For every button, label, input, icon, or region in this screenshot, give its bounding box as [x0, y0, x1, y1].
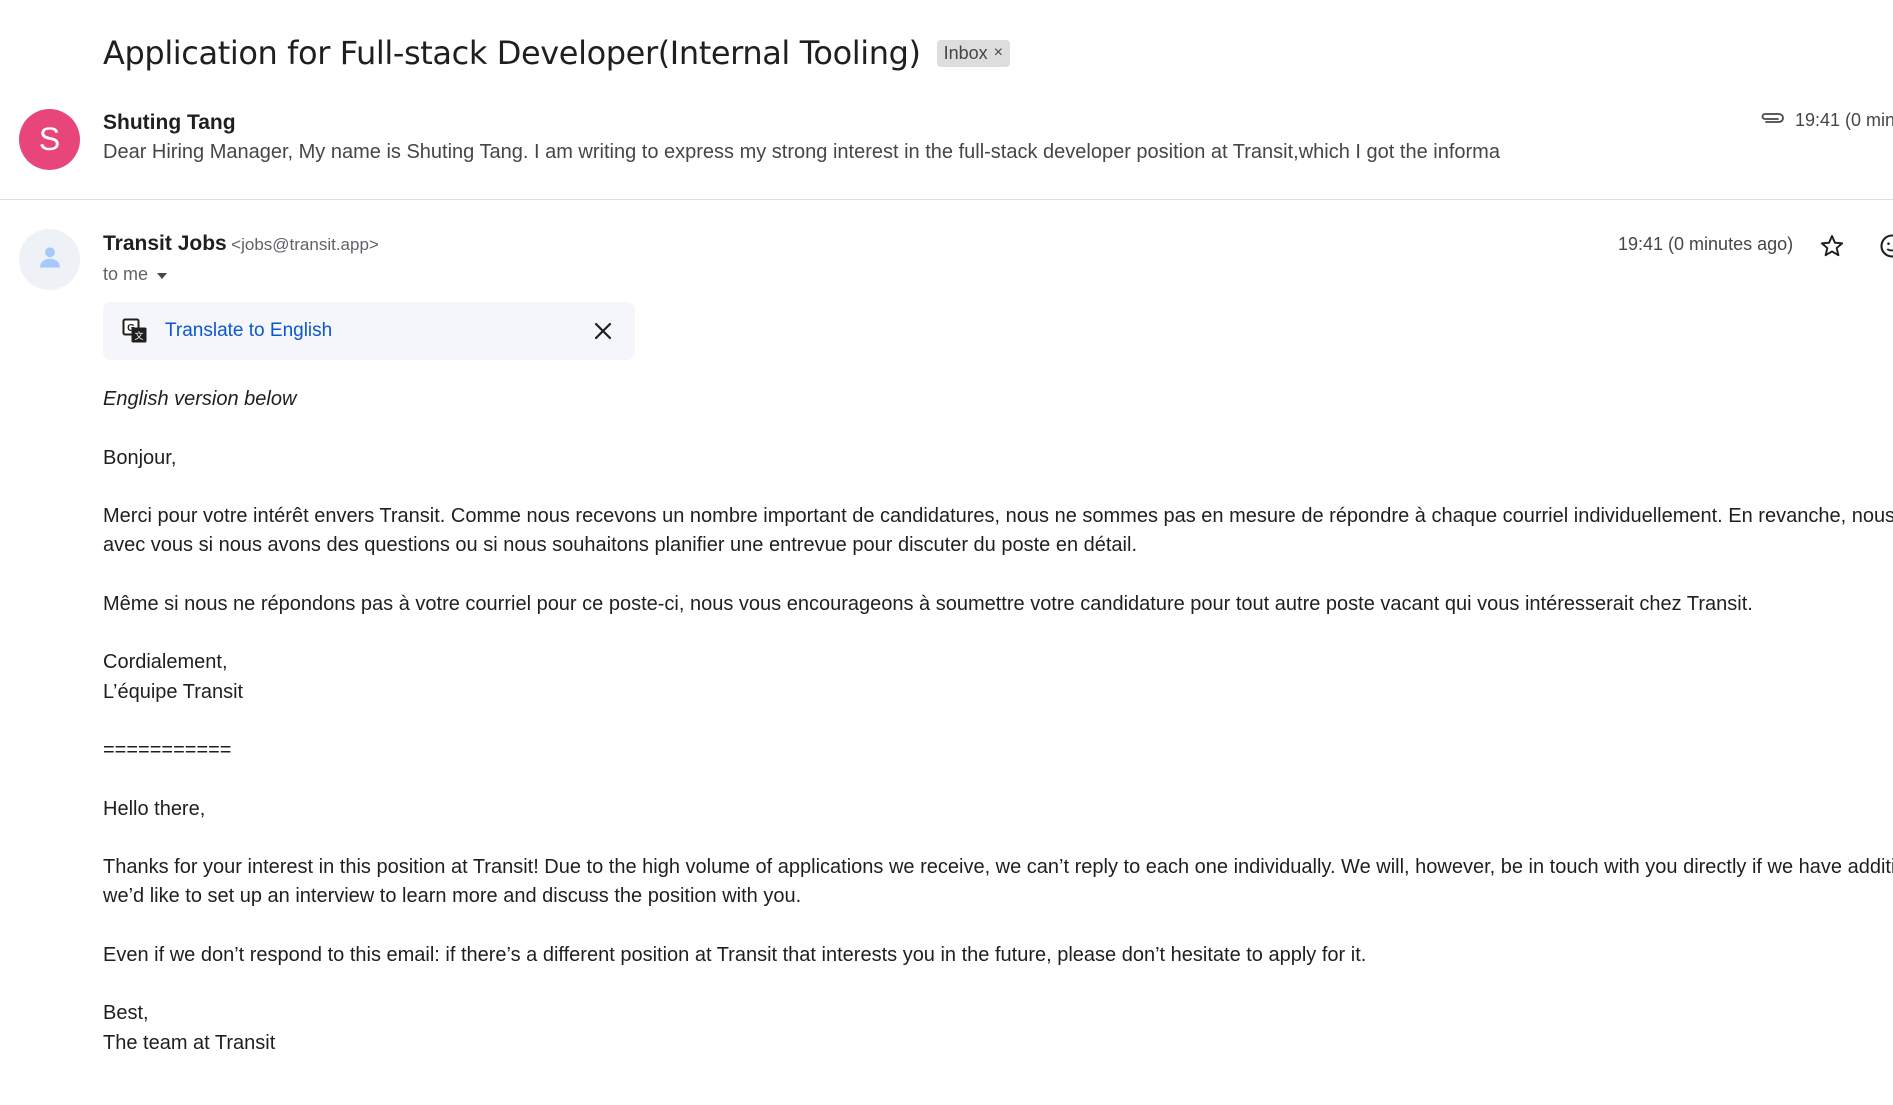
body-fr-signoff: Cordialement, — [103, 651, 228, 673]
body-separator: =========== — [103, 739, 232, 761]
body-en-paragraph2: Even if we don’t respond to this email: … — [103, 944, 1367, 966]
body-en-signoff: Best, — [103, 1002, 149, 1024]
sender-avatar-placeholder[interactable] — [19, 229, 80, 290]
thread-subject: Application for Full-stack Developer(Int… — [103, 34, 921, 72]
svg-text:文: 文 — [134, 330, 143, 341]
person-icon — [36, 243, 64, 276]
message1-time: 19:41 (0 min — [1795, 110, 1893, 130]
recipient-details-toggle[interactable]: to me — [103, 264, 168, 285]
message1-sender[interactable]: Shuting Tang — [103, 111, 236, 135]
star-icon[interactable] — [1816, 230, 1848, 262]
translate-icon: G 文 — [121, 317, 149, 345]
sender-avatar[interactable]: S — [19, 109, 80, 170]
remove-label-icon[interactable]: × — [994, 44, 1003, 62]
body-fr-paragraph1-line1: Merci pour votre intérêt envers Transit.… — [103, 505, 1893, 527]
body-fr-paragraph1-line2: avec vous si nous avons des questions ou… — [103, 534, 1137, 556]
message-divider — [0, 199, 1893, 200]
paperclip-icon — [1759, 110, 1785, 131]
translate-bar: G 文 Translate to English — [103, 302, 635, 360]
message2-sender-email: <jobs@transit.app> — [231, 235, 379, 254]
close-icon[interactable] — [589, 317, 617, 345]
body-fr-team: L’équipe Transit — [103, 681, 244, 703]
message2-from: Transit Jobs <jobs@transit.app> — [103, 232, 379, 256]
body-fr-paragraph2: Même si nous ne répondons pas à votre co… — [103, 593, 1753, 615]
body-en-greeting: Hello there, — [103, 798, 206, 820]
caret-down-icon[interactable] — [156, 264, 168, 285]
body-en-paragraph1-line2: we’d like to set up an interview to lear… — [103, 885, 802, 907]
translate-to-english-link[interactable]: Translate to English — [165, 320, 332, 342]
inbox-label-chip[interactable]: Inbox × — [936, 39, 1011, 67]
body-fr-greeting: Bonjour, — [103, 447, 177, 469]
inbox-label-text: Inbox — [943, 42, 988, 63]
body-en-paragraph1-line1: Thanks for your interest in this positio… — [103, 856, 1893, 878]
recipient-label: to me — [103, 264, 149, 284]
thread-header: Application for Full-stack Developer(Int… — [103, 34, 1011, 72]
emoji-reaction-icon[interactable] — [1876, 230, 1893, 262]
message2-sender-name[interactable]: Transit Jobs — [103, 232, 227, 255]
message1-snippet[interactable]: Dear Hiring Manager, My name is Shuting … — [103, 141, 1500, 164]
body-en-team: The team at Transit — [103, 1032, 276, 1054]
body-intro: English version below — [103, 388, 297, 410]
message1-meta: 19:41 (0 min — [1759, 110, 1893, 131]
message2-time: 19:41 (0 minutes ago) — [1618, 234, 1794, 254]
